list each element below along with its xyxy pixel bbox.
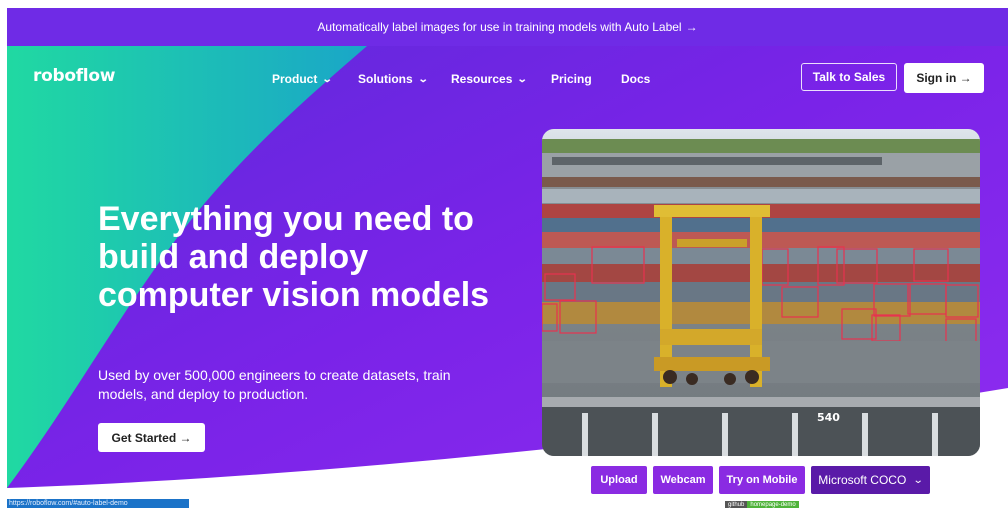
arrow-right-icon: →: [685, 20, 698, 34]
nav-pricing[interactable]: Pricing: [551, 72, 592, 86]
chevron-down-icon: ⌄: [322, 73, 333, 85]
model-select-value: Microsoft COCO: [818, 473, 907, 487]
nav-item-label: Product: [272, 72, 318, 86]
demo-image: 540: [542, 129, 980, 456]
sign-in-button[interactable]: Sign in →: [904, 63, 984, 93]
port-scene-illustration: 540: [542, 129, 980, 456]
github-badge[interactable]: github homepage-demo: [725, 501, 799, 508]
nav-item-label: Docs: [621, 72, 651, 86]
hero-subtext: Used by over 500,000 engineers to create…: [98, 367, 451, 402]
nav-solutions[interactable]: Solutions ⌄: [358, 72, 429, 86]
try-on-mobile-button[interactable]: Try on Mobile: [719, 466, 805, 494]
nav-item-label: Resources: [451, 72, 513, 86]
get-started-button[interactable]: Get Started →: [98, 423, 205, 452]
banner-text: Automatically label images for use in tr…: [317, 20, 682, 34]
chevron-down-icon: ⌄: [517, 73, 529, 85]
badge-left: github: [725, 501, 748, 508]
nav-resources[interactable]: Resources ⌄: [451, 72, 529, 86]
chevron-down-icon: ⌄: [913, 474, 924, 486]
hero-headline: Everything you need to build and deploy …: [98, 200, 490, 314]
top-navbar: roboflow Product ⌄ Solutions ⌄ Resources…: [7, 46, 1008, 110]
upload-button[interactable]: Upload: [591, 466, 647, 494]
nav-item-label: Pricing: [551, 72, 592, 86]
status-bar-url: https://roboflow.com/#auto-label-demo: [7, 499, 189, 508]
nav-docs[interactable]: Docs: [621, 72, 650, 86]
badge-right: homepage-demo: [747, 501, 799, 508]
webcam-button[interactable]: Webcam: [653, 466, 713, 494]
model-select[interactable]: Microsoft COCO ⌄: [811, 466, 930, 494]
nav-product[interactable]: Product ⌄: [272, 72, 333, 86]
talk-to-sales-button[interactable]: Talk to Sales: [801, 63, 897, 91]
nav-item-label: Solutions: [358, 72, 413, 86]
roboflow-logo[interactable]: roboflow: [33, 66, 115, 86]
chevron-down-icon: ⌄: [417, 73, 429, 85]
demo-image-label: 540: [817, 411, 840, 424]
browser-viewport: Automatically label images for use in tr…: [7, 8, 1008, 508]
announcement-banner[interactable]: Automatically label images for use in tr…: [7, 8, 1008, 46]
